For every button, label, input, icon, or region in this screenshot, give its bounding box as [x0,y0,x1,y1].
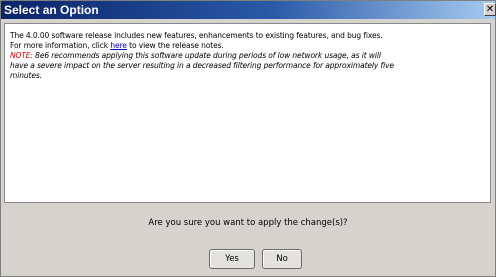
confirm-question: Are you sure you want to apply the chang… [148,218,348,228]
note-line-1: NOTE: 8e6 recommends applying this softw… [10,51,485,61]
more-info-text: For more information, click [10,41,111,50]
release-message: The 4.0.00 software release includes new… [10,31,485,81]
release-notes-link[interactable]: here [110,41,127,50]
note-line-2: have a severe impact on the server resul… [10,61,394,70]
message-panel: The 4.0.00 software release includes new… [4,23,491,203]
note-label: NOTE: [10,51,33,60]
close-icon[interactable]: ✕ [484,3,496,16]
dialog-title: Select an Option [4,3,99,17]
title-bar[interactable]: Select an Option ✕ [1,1,496,19]
release-info-line: The 4.0.00 software release includes new… [10,31,383,40]
note-line-3: minutes. [10,71,42,80]
no-button[interactable]: No [262,249,302,269]
select-option-dialog: Select an Option ✕ The 4.0.00 software r… [0,0,496,277]
more-info-suffix: to view the release notes. [126,41,224,50]
yes-button[interactable]: Yes [209,249,255,269]
more-info-line: For more information, click here to view… [10,41,485,51]
note-text-1: 8e6 recommends applying this software up… [32,51,381,60]
